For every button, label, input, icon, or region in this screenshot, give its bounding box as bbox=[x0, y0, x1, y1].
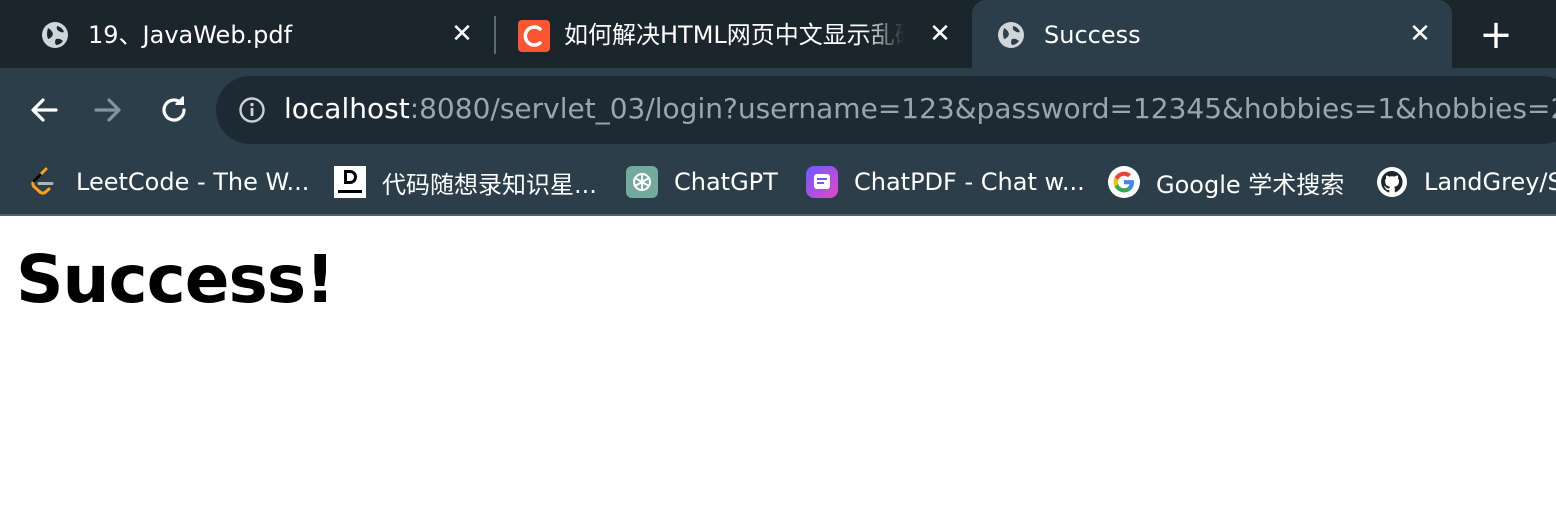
leetcode-icon bbox=[28, 166, 60, 198]
close-tab-icon[interactable]: ✕ bbox=[448, 20, 476, 48]
bookmark-label: ChatPDF - Chat w... bbox=[854, 168, 1085, 196]
toolbar: localhost:8080/servlet_03/login?username… bbox=[0, 68, 1556, 150]
tab-javaweb-pdf[interactable]: 19、JavaWeb.pdf ✕ bbox=[0, 0, 494, 68]
csdn-icon bbox=[518, 20, 550, 52]
globe-icon bbox=[996, 20, 1026, 50]
url-text: localhost:8080/servlet_03/login?username… bbox=[284, 91, 1556, 127]
bookmarks-bar: LeetCode - The W... 代码随想录知识星... ChatGPT … bbox=[0, 150, 1556, 216]
url-host: localhost bbox=[284, 92, 410, 125]
daimasuixianglu-icon bbox=[334, 166, 366, 198]
reload-icon[interactable] bbox=[156, 92, 192, 128]
bookmark-label: LeetCode - The W... bbox=[76, 168, 310, 196]
tab-html-encoding[interactable]: 如何解决HTML网页中文显示乱码 ✕ bbox=[496, 0, 970, 68]
tab-success[interactable]: Success ✕ bbox=[972, 0, 1452, 68]
back-arrow-icon[interactable] bbox=[26, 92, 62, 128]
tab-title: 19、JavaWeb.pdf bbox=[88, 21, 293, 49]
tab-strip: 19、JavaWeb.pdf ✕ 如何解决HTML网页中文显示乱码 ✕ Succ… bbox=[0, 0, 1556, 68]
address-bar[interactable]: localhost:8080/servlet_03/login?username… bbox=[216, 76, 1556, 144]
close-tab-icon[interactable]: ✕ bbox=[926, 20, 954, 48]
bookmark-landgrey[interactable]: LandGrey/S bbox=[1376, 164, 1556, 200]
github-icon bbox=[1376, 166, 1408, 198]
bookmark-chatpdf[interactable]: ChatPDF - Chat w... bbox=[806, 164, 1085, 200]
bookmark-label: LandGrey/S bbox=[1424, 168, 1556, 196]
globe-icon bbox=[40, 20, 70, 50]
page-content: Success! bbox=[0, 218, 1556, 514]
page-heading: Success! bbox=[16, 241, 335, 318]
bookmark-label: 代码随想录知识星... bbox=[382, 170, 597, 199]
tab-title: 如何解决HTML网页中文显示乱码 bbox=[564, 21, 904, 49]
forward-arrow-icon[interactable] bbox=[90, 92, 126, 128]
site-info-icon[interactable] bbox=[238, 96, 266, 124]
new-tab-button[interactable]: + bbox=[1476, 15, 1516, 56]
chatpdf-icon bbox=[806, 166, 838, 198]
bookmark-daimasuixianglu[interactable]: 代码随想录知识星... bbox=[334, 164, 597, 200]
url-path: :8080/servlet_03/login?username=123&pass… bbox=[409, 92, 1556, 125]
bookmark-google-scholar[interactable]: Google 学术搜索 bbox=[1108, 164, 1344, 200]
chatgpt-icon bbox=[626, 166, 658, 198]
bookmark-chatgpt[interactable]: ChatGPT bbox=[626, 164, 778, 200]
close-tab-icon[interactable]: ✕ bbox=[1406, 20, 1434, 48]
bookmark-label: ChatGPT bbox=[674, 168, 778, 196]
google-icon bbox=[1108, 166, 1140, 198]
tab-title: Success bbox=[1044, 21, 1141, 49]
bookmark-leetcode[interactable]: LeetCode - The W... bbox=[28, 164, 309, 200]
bookmark-label: Google 学术搜索 bbox=[1156, 170, 1345, 199]
